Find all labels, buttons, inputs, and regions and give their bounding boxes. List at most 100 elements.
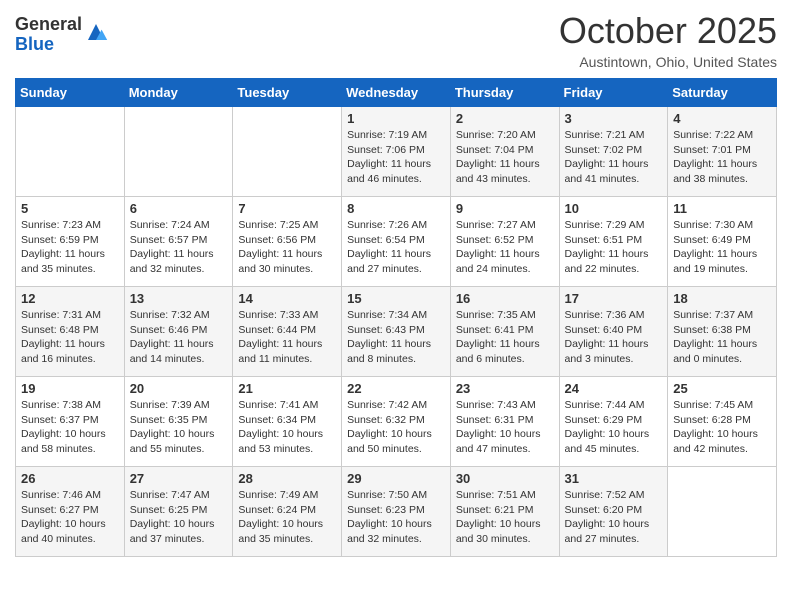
day-number: 31 — [565, 471, 663, 486]
day-number: 23 — [456, 381, 554, 396]
day-cell: 19Sunrise: 7:38 AMSunset: 6:37 PMDayligh… — [16, 377, 125, 467]
day-number: 29 — [347, 471, 445, 486]
day-cell: 4Sunrise: 7:22 AMSunset: 7:01 PMDaylight… — [668, 107, 777, 197]
day-info: Sunrise: 7:33 AMSunset: 6:44 PMDaylight:… — [238, 309, 322, 365]
day-cell: 29 Sunrise: 7:50 AMSunset: 6:23 PMDayligh… — [342, 467, 451, 557]
day-cell: 10 Sunrise: 7:29 AMSunset: 6:51 PMDayligh… — [559, 197, 668, 287]
day-number: 17 — [565, 291, 663, 306]
day-cell: 1 Sunrise: 7:19 AMSunset: 7:06 PMDaylight… — [342, 107, 451, 197]
day-cell: 30 Sunrise: 7:51 AMSunset: 6:21 PMDayligh… — [450, 467, 559, 557]
day-cell: 6 Sunrise: 7:24 AMSunset: 6:57 PMDaylight… — [124, 197, 233, 287]
day-cell: 9 Sunrise: 7:27 AMSunset: 6:52 PMDaylight… — [450, 197, 559, 287]
day-info: Sunrise: 7:34 AMSunset: 6:43 PMDaylight:… — [347, 309, 431, 365]
day-cell: 26 Sunrise: 7:46 AMSunset: 6:27 PMDayligh… — [16, 467, 125, 557]
day-info: Sunrise: 7:22 AMSunset: 7:01 PMDaylight:… — [673, 129, 757, 185]
day-number: 26 — [21, 471, 119, 486]
header-row: SundayMondayTuesdayWednesdayThursdayFrid… — [16, 79, 777, 107]
day-number: 1 — [347, 111, 445, 126]
day-cell — [668, 467, 777, 557]
day-info: Sunrise: 7:29 AMSunset: 6:51 PMDaylight:… — [565, 219, 649, 275]
day-cell: 2 Sunrise: 7:20 AMSunset: 7:04 PMDaylight… — [450, 107, 559, 197]
day-cell — [16, 107, 125, 197]
week-row-3: 12 Sunrise: 7:31 AMSunset: 6:48 PMDayligh… — [16, 287, 777, 377]
day-number: 30 — [456, 471, 554, 486]
week-row-5: 26 Sunrise: 7:46 AMSunset: 6:27 PMDayligh… — [16, 467, 777, 557]
day-info: Sunrise: 7:36 AMSunset: 6:40 PMDaylight:… — [565, 309, 649, 365]
day-cell: 13 Sunrise: 7:32 AMSunset: 6:46 PMDayligh… — [124, 287, 233, 377]
day-info: Sunrise: 7:20 AMSunset: 7:04 PMDaylight:… — [456, 129, 540, 185]
day-cell: 20Sunrise: 7:39 AMSunset: 6:35 PMDayligh… — [124, 377, 233, 467]
day-cell: 14 Sunrise: 7:33 AMSunset: 6:44 PMDayligh… — [233, 287, 342, 377]
day-number: 27 — [130, 471, 228, 486]
day-cell: 22 Sunrise: 7:42 AMSunset: 6:32 PMDayligh… — [342, 377, 451, 467]
day-number: 25 — [673, 381, 771, 396]
day-info: Sunrise: 7:30 AMSunset: 6:49 PMDaylight:… — [673, 219, 757, 275]
day-info: Sunrise: 7:32 AMSunset: 6:46 PMDaylight:… — [130, 309, 214, 365]
day-info: Sunrise: 7:45 AMSunset: 6:28 PMDaylight:… — [673, 399, 758, 455]
day-info: Sunrise: 7:50 AMSunset: 6:23 PMDaylight:… — [347, 489, 432, 545]
day-cell: 17 Sunrise: 7:36 AMSunset: 6:40 PMDayligh… — [559, 287, 668, 377]
week-row-1: 1 Sunrise: 7:19 AMSunset: 7:06 PMDaylight… — [16, 107, 777, 197]
day-number: 6 — [130, 201, 228, 216]
header-cell-saturday: Saturday — [668, 79, 777, 107]
day-cell: 21 Sunrise: 7:41 AMSunset: 6:34 PMDayligh… — [233, 377, 342, 467]
day-cell: 3Sunrise: 7:21 AMSunset: 7:02 PMDaylight… — [559, 107, 668, 197]
header: General Blue October 2025 Austintown, Oh… — [15, 10, 777, 70]
day-info: Sunrise: 7:49 AMSunset: 6:24 PMDaylight:… — [238, 489, 323, 545]
day-cell: 25 Sunrise: 7:45 AMSunset: 6:28 PMDayligh… — [668, 377, 777, 467]
header-cell-tuesday: Tuesday — [233, 79, 342, 107]
title-area: October 2025 Austintown, Ohio, United St… — [559, 10, 777, 70]
day-number: 2 — [456, 111, 554, 126]
header-cell-wednesday: Wednesday — [342, 79, 451, 107]
week-row-2: 5 Sunrise: 7:23 AMSunset: 6:59 PMDaylight… — [16, 197, 777, 287]
day-info: Sunrise: 7:51 AMSunset: 6:21 PMDaylight:… — [456, 489, 541, 545]
day-info: Sunrise: 7:42 AMSunset: 6:32 PMDaylight:… — [347, 399, 432, 455]
day-cell: 15 Sunrise: 7:34 AMSunset: 6:43 PMDayligh… — [342, 287, 451, 377]
day-number: 28 — [238, 471, 336, 486]
day-info: Sunrise: 7:44 AMSunset: 6:29 PMDaylight:… — [565, 399, 650, 455]
day-number: 12 — [21, 291, 119, 306]
header-cell-thursday: Thursday — [450, 79, 559, 107]
day-number: 13 — [130, 291, 228, 306]
day-number: 22 — [347, 381, 445, 396]
day-cell: 24 Sunrise: 7:44 AMSunset: 6:29 PMDayligh… — [559, 377, 668, 467]
day-cell: 23 Sunrise: 7:43 AMSunset: 6:31 PMDayligh… — [450, 377, 559, 467]
day-cell: 27 Sunrise: 7:47 AMSunset: 6:25 PMDayligh… — [124, 467, 233, 557]
day-number: 11 — [673, 201, 771, 216]
day-cell — [233, 107, 342, 197]
day-number: 8 — [347, 201, 445, 216]
day-info: Sunrise: 7:47 AMSunset: 6:25 PMDaylight:… — [130, 489, 215, 545]
day-cell: 18Sunrise: 7:37 AMSunset: 6:38 PMDayligh… — [668, 287, 777, 377]
header-cell-sunday: Sunday — [16, 79, 125, 107]
logo-icon — [84, 20, 108, 44]
day-info: Sunrise: 7:41 AMSunset: 6:34 PMDaylight:… — [238, 399, 323, 455]
header-cell-monday: Monday — [124, 79, 233, 107]
day-info: Sunrise: 7:46 AMSunset: 6:27 PMDaylight:… — [21, 489, 106, 545]
day-info: Sunrise: 7:27 AMSunset: 6:52 PMDaylight:… — [456, 219, 540, 275]
day-info: Sunrise: 7:24 AMSunset: 6:57 PMDaylight:… — [130, 219, 214, 275]
logo: General Blue — [15, 15, 108, 55]
day-number: 24 — [565, 381, 663, 396]
day-info: Sunrise: 7:31 AMSunset: 6:48 PMDaylight:… — [21, 309, 105, 365]
day-cell: 8 Sunrise: 7:26 AMSunset: 6:54 PMDaylight… — [342, 197, 451, 287]
day-info: Sunrise: 7:19 AMSunset: 7:06 PMDaylight:… — [347, 129, 431, 185]
day-cell: 7Sunrise: 7:25 AMSunset: 6:56 PMDaylight… — [233, 197, 342, 287]
day-info: Sunrise: 7:23 AMSunset: 6:59 PMDaylight:… — [21, 219, 105, 275]
location: Austintown, Ohio, United States — [559, 54, 777, 70]
day-number: 14 — [238, 291, 336, 306]
day-info: Sunrise: 7:35 AMSunset: 6:41 PMDaylight:… — [456, 309, 540, 365]
day-number: 21 — [238, 381, 336, 396]
day-number: 5 — [21, 201, 119, 216]
day-cell: 5 Sunrise: 7:23 AMSunset: 6:59 PMDaylight… — [16, 197, 125, 287]
day-info: Sunrise: 7:26 AMSunset: 6:54 PMDaylight:… — [347, 219, 431, 275]
day-number: 16 — [456, 291, 554, 306]
day-number: 10 — [565, 201, 663, 216]
page-container: General Blue October 2025 Austintown, Oh… — [0, 0, 792, 572]
day-number: 15 — [347, 291, 445, 306]
logo-blue-text: Blue — [15, 35, 82, 55]
day-number: 19 — [21, 381, 119, 396]
day-number: 9 — [456, 201, 554, 216]
day-cell — [124, 107, 233, 197]
logo-general-text: General — [15, 15, 82, 35]
day-info: Sunrise: 7:43 AMSunset: 6:31 PMDaylight:… — [456, 399, 541, 455]
